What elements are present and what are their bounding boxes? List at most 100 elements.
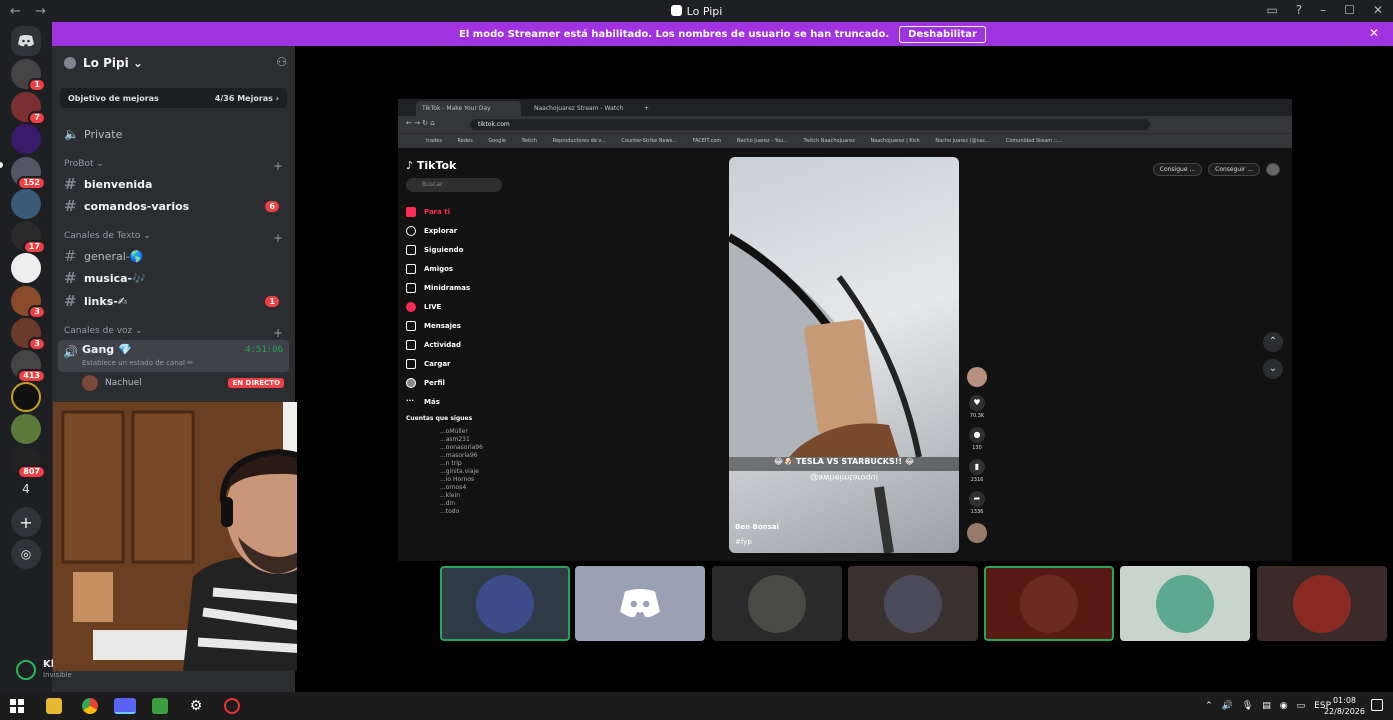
tiktok-search[interactable]: Buscar [406,178,502,192]
tt-nav-para-ti[interactable]: Para ti [406,202,506,221]
server-icon[interactable]: 3 [11,318,46,351]
chrome-icon[interactable] [82,698,98,714]
add-channel-icon[interactable]: + [273,231,283,245]
network-icon[interactable]: ▤ [1262,701,1271,711]
like-action[interactable]: ♥ 70.3K [966,395,988,419]
participant-tile[interactable] [575,566,705,641]
maximize-icon[interactable]: ☐ [1344,3,1355,17]
boost-goal[interactable]: Objetivo de mejoras 4/36 Mejoras › [60,88,287,108]
chevron-up-icon[interactable]: ⌃ [1263,332,1283,352]
server-icon[interactable]: 17 [11,221,46,254]
forward-arrow-icon[interactable]: → [35,4,46,19]
bookmark-item[interactable]: Twitch Naachojuarez [804,138,855,144]
inbox-icon[interactable]: ▭ [1266,3,1277,17]
save-action[interactable]: ▮ 2316 [966,459,988,483]
tt-nav-actividad[interactable]: Actividad [406,335,506,354]
chevron-up-icon[interactable]: ⌃ [1205,701,1213,711]
creator-avatar[interactable] [966,367,988,387]
profile-avatar[interactable] [1266,163,1280,176]
add-channel-icon[interactable]: + [273,159,283,173]
tt-nav-live[interactable]: LIVE [406,297,506,316]
following-item[interactable]: ...din [440,500,506,508]
tt-nav-minidramas[interactable]: Minidramas [406,278,506,297]
category-texto[interactable]: Canales de Texto ⌄ + [64,231,287,245]
bookmark-item[interactable]: Reproductores de v... [553,138,606,144]
video-hashtag[interactable]: #fyp [735,538,752,546]
app-icon[interactable] [152,698,168,714]
server-icon[interactable]: 7 [11,92,46,125]
bookmark-item[interactable]: Comunidad Steam ::... [1006,138,1062,144]
stream-view[interactable]: TikTok - Make Your Day Naachojuarez Stre… [297,46,1393,692]
get-coins-button[interactable]: Consigue ... [1152,163,1203,176]
bookmark-item[interactable]: trades [426,138,442,144]
bookmark-item[interactable]: FACEIT.com [693,138,722,144]
back-arrow-icon[interactable]: ← [10,4,21,19]
close-banner-icon[interactable]: ✕ [1369,26,1379,40]
browser-tab[interactable]: Naachojuarez Stream - Watch [528,101,638,116]
get-app-button[interactable]: Conseguir ... [1208,163,1260,176]
tt-nav-mas[interactable]: ··· Más [406,392,506,411]
discord-home-icon[interactable] [11,26,41,56]
share-action[interactable]: ➦ 1336 [966,491,988,515]
channel-bienvenida[interactable]: # bienvenida [60,174,287,194]
tiktok-logo[interactable]: ♪ TikTok [406,159,506,172]
voice-user[interactable]: Nachuel [82,375,142,391]
following-item[interactable]: ...klein [440,492,506,500]
tiktok-video[interactable]: 😂🐶 TESLA VS STARBUCKS!! 😂 @awheimtaroqui… [729,157,959,553]
server-icon[interactable] [11,124,41,154]
disable-streamer-button[interactable]: Deshabilitar [899,25,986,43]
discord-taskbar-icon[interactable] [114,698,136,714]
following-item[interactable]: ...ginita.viaje [440,468,506,476]
bookmark-item[interactable]: Google [488,138,506,144]
participant-tile[interactable] [1257,566,1387,641]
server-icon[interactable]: 413 [11,350,46,383]
channel-private[interactable]: 🔈 Private [60,124,287,144]
following-item[interactable]: ...ornos4 [440,484,506,492]
help-icon[interactable]: ? [1296,3,1302,17]
taskbar-clock[interactable]: 01:08 22/8/2026 [1324,695,1365,717]
following-item[interactable]: ...todo [440,508,506,516]
category-voz[interactable]: Canales de voz ⌄ + [64,326,287,340]
settings-gear-icon[interactable]: ⚙ [188,698,204,714]
bookmark-item[interactable]: Nacho Juarez - You... [737,138,788,144]
add-channel-icon[interactable]: + [273,326,283,340]
volume-icon[interactable]: 🔊 [1222,701,1233,711]
server-icon[interactable] [11,189,41,219]
close-window-icon[interactable]: ✕ [1373,3,1383,17]
server-icon[interactable]: 1 [11,59,46,92]
tt-nav-perfil[interactable]: Perfil [406,373,506,392]
folder-count[interactable]: 4 [11,474,41,504]
category-probot[interactable]: ProBot ⌄ + [64,159,287,173]
invite-people-icon[interactable]: ⚇ [276,55,287,69]
participant-tile[interactable] [712,566,842,641]
bookmark-item[interactable]: Counter-Strike News... [621,138,677,144]
file-explorer-icon[interactable] [46,698,62,714]
channel-musica[interactable]: # musica-🎶 [60,268,287,288]
bookmark-item[interactable]: Nacho juarez (@nac... [935,138,990,144]
tt-nav-mensajes[interactable]: Mensajes [406,316,506,335]
comment-action[interactable]: ● 130 [966,427,988,451]
mic-icon[interactable]: 🎙 [1242,701,1253,711]
windows-start-icon[interactable] [10,698,26,714]
bookmark-item[interactable]: Twitch [522,138,538,144]
server-header[interactable]: Lo Pipi ⌄ ⚇ [52,46,295,80]
battery-icon[interactable]: ▭ [1297,701,1306,711]
avatar[interactable] [16,660,36,680]
explore-icon[interactable]: ◎ [11,539,41,569]
server-icon[interactable] [11,414,41,444]
following-item[interactable]: ...masoria96 [440,452,506,460]
minimize-icon[interactable]: – [1320,3,1326,17]
tray-app-icon[interactable]: ◉ [1280,701,1288,711]
server-icon[interactable]: 807 [11,446,46,479]
set-channel-status[interactable]: Establece un estado de canal ✏ [82,359,193,367]
server-icon[interactable]: 152 [11,157,46,190]
following-item[interactable]: ...asm231 [440,436,506,444]
url-field[interactable]: tiktok.com [470,119,1150,130]
participant-tile[interactable] [1120,566,1250,641]
following-item[interactable]: ...io Hornos [440,476,506,484]
browser-tab[interactable]: TikTok - Make Your Day [416,101,521,116]
channel-general[interactable]: # general-🌎 [60,246,287,266]
following-item[interactable]: ...onnasoria96 [440,444,506,452]
tt-nav-amigos[interactable]: Amigos [406,259,506,278]
channel-links[interactable]: # links-✍ 1 [60,291,287,311]
